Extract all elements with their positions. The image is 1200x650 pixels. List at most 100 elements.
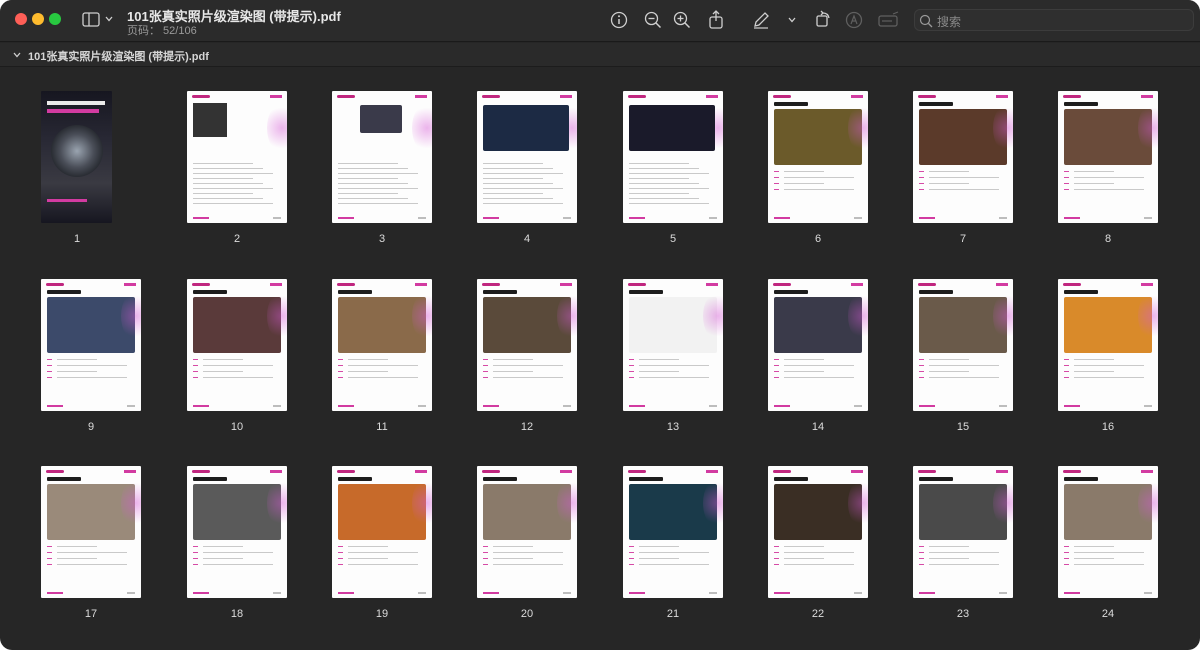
- page-thumbnail[interactable]: [332, 279, 432, 411]
- page-number-label: 21: [666, 608, 680, 620]
- field-text-line: [348, 558, 388, 559]
- field-label-mark: [483, 552, 488, 553]
- field-label-mark: [47, 564, 52, 565]
- text-line: [629, 188, 709, 189]
- annotate-icon[interactable]: [878, 11, 900, 29]
- minimize-window-button[interactable]: [32, 13, 44, 25]
- field-label-mark: [483, 377, 488, 378]
- field-label-mark: [483, 365, 488, 366]
- page-thumbnail[interactable]: [187, 279, 287, 411]
- category-chip: [47, 290, 81, 294]
- page-tag: [270, 95, 282, 98]
- page-tag: [560, 95, 572, 98]
- page-logo: [1063, 95, 1081, 98]
- field-label-mark: [338, 546, 343, 547]
- page-thumbnail[interactable]: [913, 279, 1013, 411]
- page-thumbnail[interactable]: [1058, 279, 1158, 411]
- page-thumbnail[interactable]: [913, 466, 1013, 598]
- page-thumbnail[interactable]: [41, 466, 141, 598]
- cover-subtitle-bar: [47, 109, 99, 113]
- field-text-line: [1074, 183, 1114, 184]
- text-line: [338, 198, 408, 199]
- page-glow: [267, 103, 287, 153]
- chevron-down-icon[interactable]: [12, 50, 22, 60]
- page-tag: [996, 95, 1008, 98]
- page-number-mark: [999, 217, 1007, 219]
- field-label-mark: [338, 359, 343, 360]
- field-label-mark: [47, 558, 52, 559]
- field-text-line: [493, 371, 533, 372]
- page-thumbnail[interactable]: [1058, 466, 1158, 598]
- close-window-button[interactable]: [15, 13, 27, 25]
- page-footer-mark: [47, 592, 63, 594]
- page-number-label: 3: [378, 233, 386, 245]
- page-number-label: 17: [84, 608, 98, 620]
- page-thumbnail[interactable]: [913, 91, 1013, 223]
- page-number-mark: [418, 405, 426, 407]
- maximize-window-button[interactable]: [49, 13, 61, 25]
- page-number-label: 5: [669, 233, 677, 245]
- page-number-label: 19: [375, 608, 389, 620]
- page-thumbnail[interactable]: [187, 91, 287, 223]
- page-number-mark: [418, 592, 426, 594]
- page-footer-mark: [774, 592, 790, 594]
- field-text-line: [203, 558, 243, 559]
- page-thumbnail[interactable]: [332, 91, 432, 223]
- category-chip: [629, 290, 663, 294]
- chevron-down-icon[interactable]: [104, 14, 114, 24]
- page-footer-mark: [919, 405, 935, 407]
- field-label-mark: [1064, 189, 1069, 190]
- page-thumbnail[interactable]: [1058, 91, 1158, 223]
- page-logo: [1063, 470, 1081, 473]
- highlight-icon[interactable]: [845, 11, 863, 29]
- text-line: [629, 163, 689, 164]
- field-text-line: [639, 558, 679, 559]
- page-logo: [192, 95, 210, 98]
- page-thumbnail[interactable]: [623, 466, 723, 598]
- page-thumbnail[interactable]: [187, 466, 287, 598]
- page-thumbnail[interactable]: [477, 279, 577, 411]
- info-icon[interactable]: [610, 11, 628, 29]
- rotate-icon[interactable]: [814, 10, 832, 28]
- page-indicator: 页码： 52/106: [127, 25, 197, 37]
- search-input[interactable]: 搜索: [914, 9, 1194, 31]
- field-text-line: [1074, 365, 1144, 366]
- field-text-line: [493, 546, 533, 547]
- field-text-line: [203, 377, 273, 378]
- zoom-in-icon[interactable]: [673, 11, 691, 29]
- field-label-mark: [629, 377, 634, 378]
- page-number-mark: [418, 217, 426, 219]
- page-number-label: 20: [520, 608, 534, 620]
- text-line: [483, 188, 563, 189]
- cover-title-bar: [47, 101, 105, 105]
- zoom-out-icon[interactable]: [644, 11, 662, 29]
- field-label-mark: [919, 183, 924, 184]
- page-thumbnail[interactable]: [768, 91, 868, 223]
- page-thumbnail[interactable]: [477, 91, 577, 223]
- page-thumbnail[interactable]: [768, 279, 868, 411]
- field-label-mark: [338, 564, 343, 565]
- field-text-line: [639, 564, 709, 565]
- page-thumbnail[interactable]: [41, 91, 112, 223]
- text-line: [338, 173, 418, 174]
- page-thumbnail[interactable]: [41, 279, 141, 411]
- page-thumbnail[interactable]: [623, 279, 723, 411]
- page-thumbnail[interactable]: [768, 466, 868, 598]
- page-thumbnail[interactable]: [332, 466, 432, 598]
- file-header[interactable]: 101张真实照片级渲染图 (带提示).pdf: [0, 43, 1200, 67]
- text-line: [193, 183, 263, 184]
- page-thumbnail[interactable]: [623, 91, 723, 223]
- page-footer-mark: [1064, 405, 1080, 407]
- markup-chevron-icon[interactable]: [787, 15, 797, 25]
- field-label-mark: [629, 371, 634, 372]
- page-number-mark: [1144, 405, 1152, 407]
- page-tag: [270, 283, 282, 286]
- page-thumbnail[interactable]: [477, 466, 577, 598]
- field-label-mark: [629, 558, 634, 559]
- category-chip: [483, 290, 517, 294]
- page-number-label: 4: [523, 233, 531, 245]
- sidebar-icon[interactable]: [82, 12, 100, 27]
- markup-pen-icon[interactable]: [752, 11, 770, 29]
- page-number-mark: [854, 405, 862, 407]
- share-icon[interactable]: [708, 10, 724, 29]
